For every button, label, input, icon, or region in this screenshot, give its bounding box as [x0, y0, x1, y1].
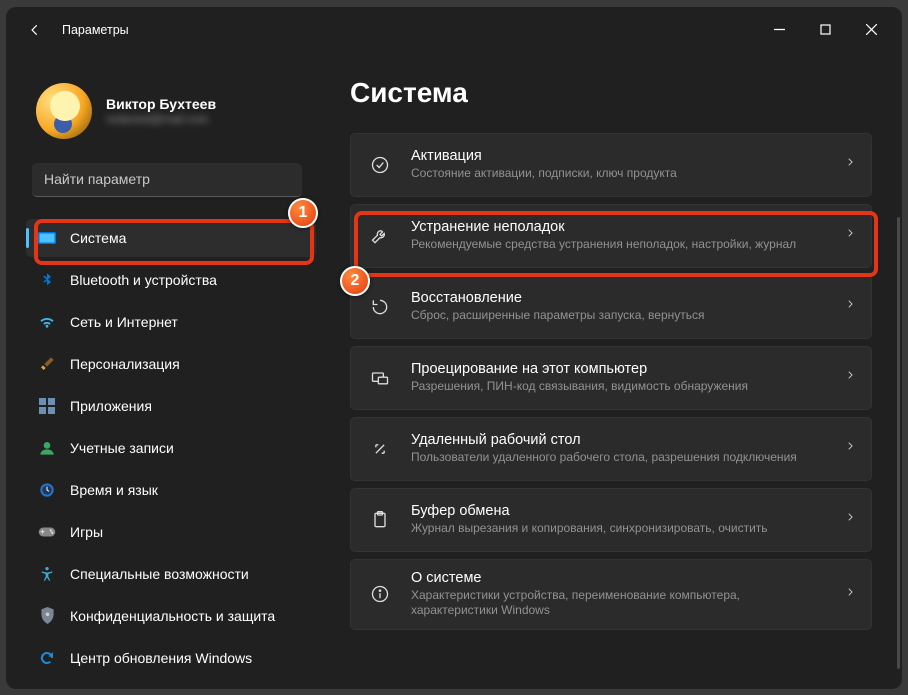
brush-icon	[38, 355, 56, 373]
account-icon	[38, 439, 56, 457]
chevron-right-icon	[845, 368, 855, 387]
card-title: О системе	[411, 570, 825, 586]
back-button[interactable]	[24, 19, 46, 41]
accessibility-icon	[38, 565, 56, 583]
page-title: Система	[350, 77, 872, 109]
annotation-badge-1: 1	[288, 198, 318, 228]
card-activation[interactable]: Активация Состояние активации, подписки, …	[350, 133, 872, 197]
sidebar-item-label: Время и язык	[70, 482, 158, 498]
sidebar-item-bluetooth[interactable]: Bluetooth и устройства	[26, 261, 316, 299]
card-about[interactable]: О системе Характеристики устройства, пере…	[350, 559, 872, 630]
sidebar-item-label: Учетные записи	[70, 440, 174, 456]
card-title: Проецирование на этот компьютер	[411, 361, 825, 377]
profile-block[interactable]: Виктор Бухтеев redacted@mail.com	[26, 83, 316, 139]
sidebar-item-apps[interactable]: Приложения	[26, 387, 316, 425]
about-icon	[369, 583, 391, 605]
activation-icon	[369, 154, 391, 176]
sidebar: Виктор Бухтеев redacted@mail.com Система…	[26, 53, 326, 689]
wifi-icon	[38, 313, 56, 331]
sidebar-item-wifi[interactable]: Сеть и Интернет	[26, 303, 316, 341]
card-desc: Пользователи удаленного рабочего стола, …	[411, 450, 825, 466]
projection-icon	[369, 367, 391, 389]
window-title: Параметры	[62, 23, 756, 37]
nav-list: Система Bluetooth и устройства Сеть и Инте…	[26, 219, 316, 677]
card-remote[interactable]: Удаленный рабочий стол Пользователи удале…	[350, 417, 872, 481]
titlebar: Параметры	[6, 7, 902, 53]
privacy-icon	[38, 607, 56, 625]
chevron-right-icon	[845, 297, 855, 316]
chevron-right-icon	[845, 155, 855, 174]
sidebar-item-brush[interactable]: Персонализация	[26, 345, 316, 383]
remote-icon	[369, 438, 391, 460]
apps-icon	[38, 397, 56, 415]
chevron-right-icon	[845, 510, 855, 529]
search-input[interactable]	[32, 163, 302, 197]
sidebar-item-privacy[interactable]: Конфиденциальность и защита	[26, 597, 316, 635]
card-desc: Рекомендуемые средства устранения непола…	[411, 237, 825, 253]
troubleshoot-icon	[369, 225, 391, 247]
card-title: Буфер обмена	[411, 503, 825, 519]
profile-email: redacted@mail.com	[106, 114, 216, 126]
minimize-button[interactable]	[756, 10, 802, 50]
chevron-right-icon	[845, 226, 855, 245]
card-title: Удаленный рабочий стол	[411, 432, 825, 448]
update-icon	[38, 649, 56, 667]
card-desc: Сброс, расширенные параметры запуска, ве…	[411, 308, 825, 324]
card-desc: Характеристики устройства, переименовани…	[411, 588, 825, 619]
bluetooth-icon	[38, 271, 56, 289]
card-title: Восстановление	[411, 290, 825, 306]
card-clipboard[interactable]: Буфер обмена Журнал вырезания и копирован…	[350, 488, 872, 552]
annotation-badge-2: 2	[340, 266, 370, 296]
recovery-icon	[369, 296, 391, 318]
chevron-right-icon	[845, 439, 855, 458]
sidebar-item-gaming[interactable]: Игры	[26, 513, 316, 551]
sidebar-item-label: Игры	[70, 524, 103, 540]
card-recovery[interactable]: Восстановление Сброс, расширенные парамет…	[350, 275, 872, 339]
sidebar-item-accessibility[interactable]: Специальные возможности	[26, 555, 316, 593]
sidebar-item-update[interactable]: Центр обновления Windows	[26, 639, 316, 677]
avatar	[36, 83, 92, 139]
sidebar-item-label: Специальные возможности	[70, 566, 249, 582]
close-button[interactable]	[848, 10, 894, 50]
sidebar-item-system[interactable]: Система	[26, 219, 316, 257]
card-title: Устранение неполадок	[411, 219, 825, 235]
main-panel: Система Активация Состояние активации, по…	[326, 53, 902, 689]
sidebar-item-label: Персонализация	[70, 356, 180, 372]
sidebar-item-label: Система	[70, 230, 126, 246]
scrollbar[interactable]	[897, 217, 900, 669]
card-troubleshoot[interactable]: Устранение неполадок Рекомендуемые средст…	[350, 204, 872, 268]
sidebar-item-label: Центр обновления Windows	[70, 650, 252, 666]
settings-window: Параметры Виктор Бухтеев redacted@mail.c…	[6, 7, 902, 689]
card-title: Активация	[411, 148, 825, 164]
card-projection[interactable]: Проецирование на этот компьютер Разрешени…	[350, 346, 872, 410]
gaming-icon	[38, 523, 56, 541]
sidebar-item-label: Сеть и Интернет	[70, 314, 178, 330]
cards-list: Активация Состояние активации, подписки, …	[350, 133, 872, 633]
sidebar-item-time[interactable]: Время и язык	[26, 471, 316, 509]
system-icon	[38, 229, 56, 247]
sidebar-item-label: Bluetooth и устройства	[70, 272, 217, 288]
clipboard-icon	[369, 509, 391, 531]
sidebar-item-label: Конфиденциальность и защита	[70, 608, 275, 624]
card-desc: Разрешения, ПИН-код связывания, видимост…	[411, 379, 825, 395]
sidebar-item-account[interactable]: Учетные записи	[26, 429, 316, 467]
time-icon	[38, 481, 56, 499]
chevron-right-icon	[845, 585, 855, 604]
card-desc: Журнал вырезания и копирования, синхрони…	[411, 521, 825, 537]
profile-name: Виктор Бухтеев	[106, 96, 216, 112]
sidebar-item-label: Приложения	[70, 398, 152, 414]
maximize-button[interactable]	[802, 10, 848, 50]
card-desc: Состояние активации, подписки, ключ прод…	[411, 166, 825, 182]
